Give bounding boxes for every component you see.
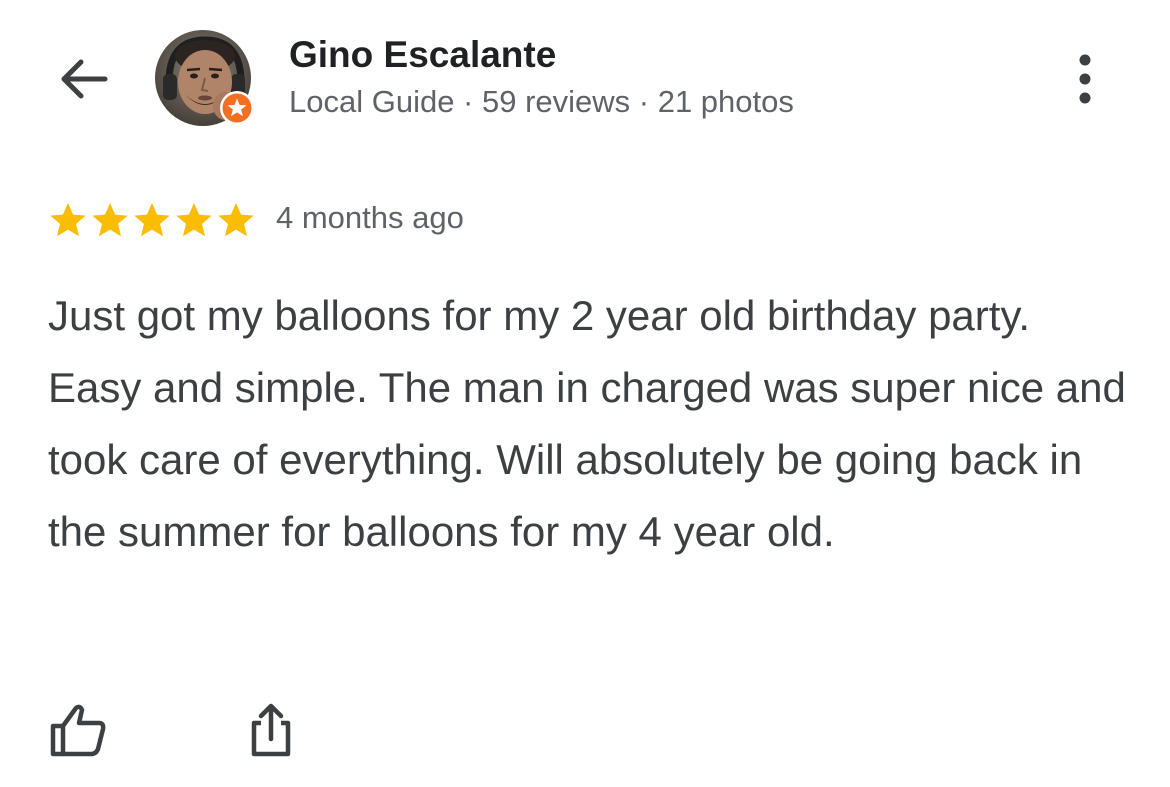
reviewer-avatar-group[interactable] [155, 30, 254, 126]
reviewer-meta: Local Guide · 59 reviews · 21 photos [289, 84, 794, 119]
star-rating [47, 199, 257, 241]
more-vertical-icon [1079, 54, 1091, 104]
more-options-button[interactable] [1062, 46, 1108, 112]
share-icon [251, 703, 291, 757]
local-guide-star-icon [219, 90, 255, 126]
review-text: Just got my balloons for my 2 year old b… [48, 292, 1126, 555]
reviewer-name[interactable]: Gino Escalante [289, 34, 556, 76]
star-icon [50, 202, 86, 237]
star-icon [92, 202, 128, 237]
thumbs-up-icon [50, 704, 106, 757]
arrow-left-icon [61, 59, 108, 99]
star-icon [218, 202, 254, 237]
back-button[interactable] [52, 50, 114, 108]
star-icon [176, 202, 212, 237]
share-button[interactable] [240, 697, 302, 763]
review-time: 4 months ago [276, 200, 464, 235]
like-button[interactable] [47, 697, 109, 763]
star-icon [134, 202, 170, 237]
